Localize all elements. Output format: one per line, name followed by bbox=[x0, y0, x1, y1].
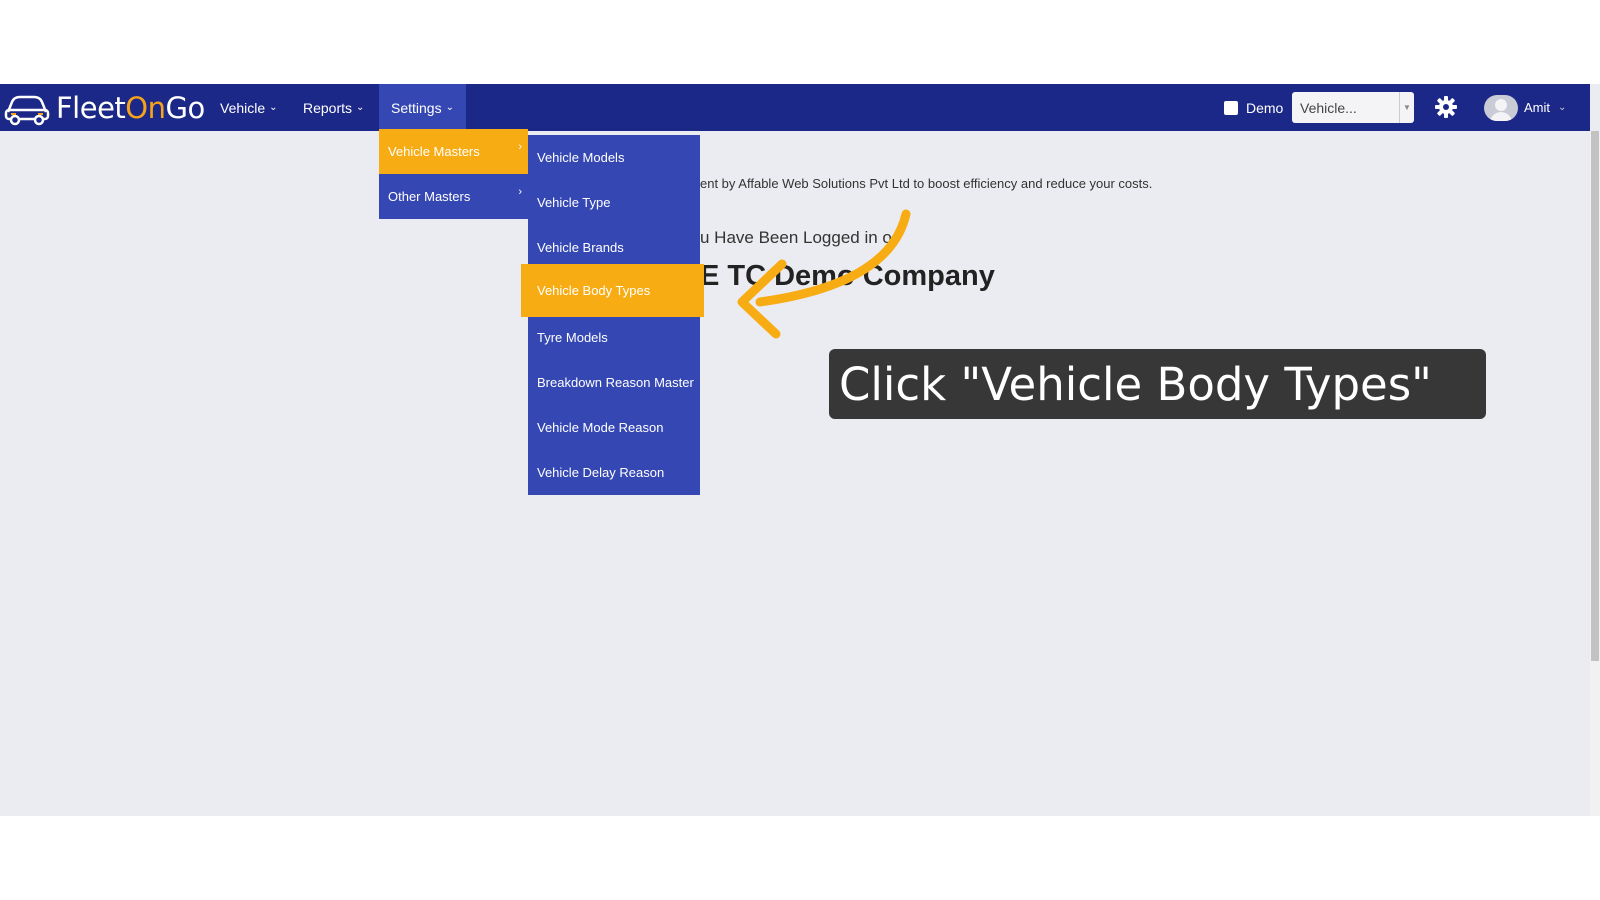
page-scrollbar[interactable] bbox=[1590, 131, 1600, 816]
pointer-arrow-icon bbox=[737, 209, 911, 339]
scrollbar-thumb[interactable] bbox=[1591, 131, 1599, 661]
instruction-callout: Click "Vehicle Body Types" bbox=[829, 349, 1486, 419]
callout-text: Click "Vehicle Body Types" bbox=[839, 357, 1432, 411]
app-frame: FleetOnGo Vehicle ⌄ Reports ⌄ Settings ⌄ De… bbox=[0, 84, 1600, 816]
